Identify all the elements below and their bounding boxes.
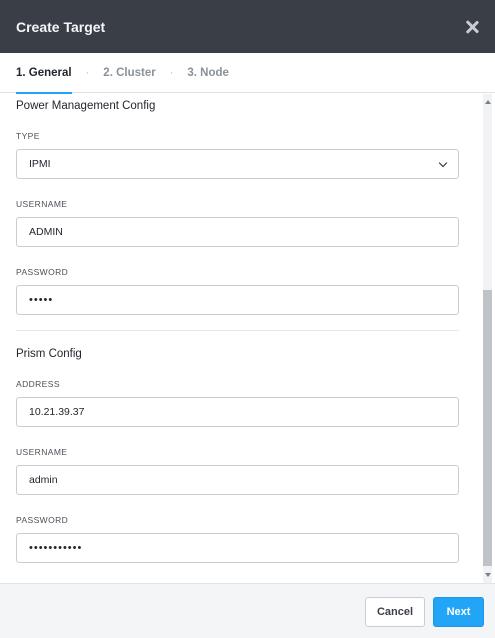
next-button[interactable]: Next [433, 597, 484, 627]
pm-username-field[interactable]: ADMIN [16, 217, 459, 247]
prism-username-label: USERNAME [16, 447, 68, 457]
tab-general[interactable]: 1. General [16, 53, 72, 94]
step-separator: · [85, 66, 90, 79]
pm-username-value: ADMIN [29, 226, 63, 238]
pm-password-field[interactable]: ••••• [16, 285, 459, 315]
pm-type-label: TYPE [16, 131, 40, 141]
scroll-up-icon[interactable] [485, 100, 491, 104]
prism-username-value: admin [29, 474, 58, 486]
section-divider [16, 330, 459, 331]
prism-section-title: Prism Config [16, 348, 82, 360]
pm-password-label: PASSWORD [16, 267, 69, 277]
vertical-scrollbar[interactable] [483, 94, 492, 583]
wizard-steps: 1. General · 2. Cluster · 3. Node [0, 53, 495, 94]
prism-address-field[interactable]: 10.21.39.37 [16, 397, 459, 427]
scroll-down-icon[interactable] [485, 573, 491, 577]
form-scroll-area: Power Management Config TYPE IPMI USERNA… [0, 94, 495, 583]
tab-node[interactable]: 3. Node [187, 53, 229, 93]
prism-username-field[interactable]: admin [16, 465, 459, 495]
close-icon[interactable] [463, 18, 481, 36]
prism-address-label: ADDRESS [16, 379, 60, 389]
prism-address-value: 10.21.39.37 [29, 406, 85, 418]
pm-type-value: IPMI [29, 158, 51, 170]
tab-cluster[interactable]: 2. Cluster [103, 53, 155, 93]
dialog-header: Create Target [0, 0, 495, 53]
step-separator: · [169, 66, 174, 79]
dialog-title: Create Target [16, 18, 106, 35]
prism-password-value: ••••••••••• [29, 542, 83, 554]
cancel-button[interactable]: Cancel [365, 597, 425, 627]
scrollbar-thumb[interactable] [483, 290, 492, 566]
prism-password-field[interactable]: ••••••••••• [16, 533, 459, 563]
prism-password-label: PASSWORD [16, 515, 69, 525]
pm-password-value: ••••• [29, 294, 54, 306]
power-management-section-title: Power Management Config [16, 100, 156, 112]
chevron-down-icon [438, 158, 448, 168]
pm-type-select[interactable]: IPMI [16, 149, 459, 179]
dialog-footer: Cancel Next [0, 583, 495, 638]
pm-username-label: USERNAME [16, 199, 68, 209]
